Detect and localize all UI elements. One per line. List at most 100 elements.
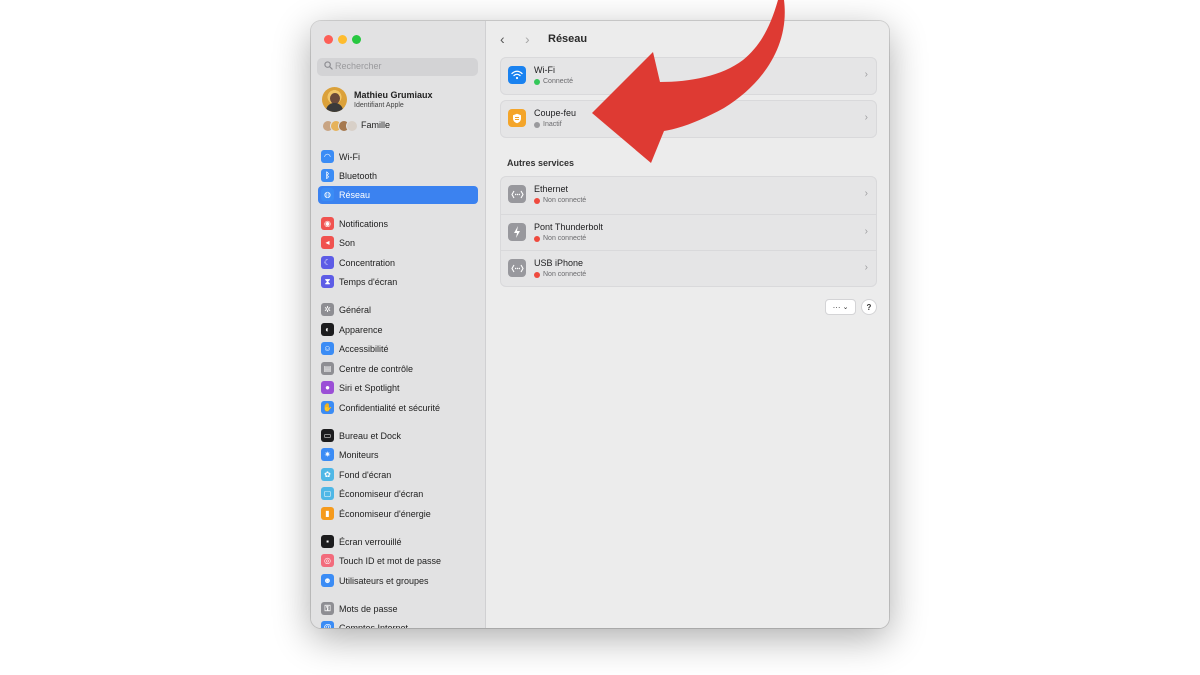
sidebar-item-label: Siri et Spotlight: [339, 383, 400, 393]
search-icon: [324, 61, 333, 70]
sidebar-item-label: Économiseur d'écran: [339, 489, 424, 499]
at-icon: @: [321, 621, 334, 628]
sidebar-item-label: Utilisateurs et groupes: [339, 576, 429, 586]
siri-icon: ●: [321, 381, 334, 394]
sidebar-item-label: Moniteurs: [339, 450, 379, 460]
chevron-down-icon: ⌄: [842, 304, 849, 311]
sidebar-item-temps-d-écran[interactable]: ⧗ Temps d'écran: [318, 273, 478, 291]
usb-icon: [508, 259, 526, 277]
other-services-card: Ethernet Non connecté › Pont Thunderbolt Non…: [500, 176, 877, 287]
sidebar-item-centre-de-contrôle[interactable]: ▤ Centre de contrôle: [318, 360, 478, 378]
sidebar-item-concentration[interactable]: ☾ Concentration: [318, 254, 478, 272]
service-status: Non connecté: [543, 197, 587, 204]
search-placeholder: Rechercher: [335, 61, 382, 71]
ethernet-icon: [508, 185, 526, 203]
sidebar-item-label: Fond d'écran: [339, 470, 392, 480]
sidebar-item-label: Écran verrouillé: [339, 537, 402, 547]
sidebar-item-label: Son: [339, 238, 356, 248]
sidebar-item-label: Comptes Internet: [339, 623, 409, 628]
sidebar-item-bureau-et-dock[interactable]: ▭ Bureau et Dock: [318, 427, 478, 445]
close-window-button[interactable]: [324, 35, 333, 44]
hand-icon: ✋: [321, 401, 334, 414]
sidebar-item-label: Général: [339, 305, 372, 315]
sidebar-item-siri-et-spotlight[interactable]: ● Siri et Spotlight: [318, 379, 478, 397]
sun-icon: ✷: [321, 448, 334, 461]
lock-screen-icon: ▪: [321, 535, 334, 548]
sidebar-item-réseau[interactable]: ◍ Réseau: [318, 186, 478, 204]
sidebar-item-label: Économiseur d'énergie: [339, 509, 431, 519]
sidebar-item-mots-de-passe[interactable]: ⚿ Mots de passe: [318, 600, 478, 618]
main-pane: ‹ › Réseau Wi-Fi Connecté › Coupe-feu In…: [486, 21, 889, 628]
help-button[interactable]: ?: [861, 299, 877, 315]
wifi-status: Connecté: [543, 78, 573, 85]
sidebar-item-notifications[interactable]: ◉ Notifications: [318, 215, 478, 233]
avatar: [322, 87, 347, 112]
sidebar-item-label: Accessibilité: [339, 344, 389, 354]
help-label: ?: [866, 302, 872, 312]
apple-account[interactable]: Mathieu Grumiaux Identifiant Apple: [322, 87, 482, 113]
sidebar-item-général[interactable]: ✲ Général: [318, 301, 478, 319]
service-row[interactable]: USB iPhone Non connecté ›: [501, 250, 876, 286]
sidebar-item-confidentialité-et-sécurité[interactable]: ✋ Confidentialité et sécurité: [318, 399, 478, 417]
sidebar-item-écran-verrouillé[interactable]: ▪ Écran verrouillé: [318, 533, 478, 551]
family-item[interactable]: Famille: [322, 119, 482, 133]
forward-chevron-icon[interactable]: ›: [525, 32, 530, 46]
wifi-row[interactable]: Wi-Fi Connecté ›: [501, 58, 876, 94]
search-field[interactable]: Rechercher: [317, 58, 478, 76]
sidebar-item-fond-d-écran[interactable]: ✿ Fond d'écran: [318, 466, 478, 484]
sidebar-item-utilisateurs-et-groupes[interactable]: ☻ Utilisateurs et groupes: [318, 572, 478, 590]
sidebar-item-wi-fi[interactable]: ◠ Wi-Fi: [318, 148, 478, 166]
family-avatar-icon: [346, 120, 358, 132]
sidebar-item-moniteurs[interactable]: ✷ Moniteurs: [318, 446, 478, 464]
sidebar-item-label: Réseau: [339, 190, 371, 200]
sidebar-item-label: Confidentialité et sécurité: [339, 403, 441, 413]
sidebar-item-économiseur-d-énergie[interactable]: ▮ Économiseur d'énergie: [318, 505, 478, 523]
account-subtitle: Identifiant Apple: [354, 102, 404, 109]
sidebar-item-son[interactable]: ◂ Son: [318, 234, 478, 252]
firewall-status: Inactif: [543, 121, 562, 128]
status-dot: [534, 272, 540, 278]
speaker-icon: ◂: [321, 236, 334, 249]
sidebar-item-comptes-internet[interactable]: @ Comptes Internet: [318, 619, 478, 628]
zoom-window-button[interactable]: [352, 35, 361, 44]
sidebar-item-label: Bureau et Dock: [339, 431, 402, 441]
users-icon: ☻: [321, 574, 334, 587]
chevron-right-icon: ›: [864, 188, 868, 199]
appearance-icon: ◐: [321, 323, 334, 336]
status-dot: [534, 79, 540, 85]
firewall-row[interactable]: Coupe-feu Inactif ›: [501, 101, 876, 137]
battery-icon: ▮: [321, 507, 334, 520]
system-settings-window: Rechercher Mathieu Grumiaux Identifiant …: [311, 21, 889, 628]
moon-icon: ☾: [321, 256, 334, 269]
fingerprint-icon: ◎: [321, 554, 334, 567]
sidebar-item-label: Touch ID et mot de passe: [339, 556, 442, 566]
sidebar-item-accessibilité[interactable]: ☺ Accessibilité: [318, 340, 478, 358]
wifi-icon: ◠: [321, 150, 334, 163]
firewall-name: Coupe-feu: [534, 108, 577, 118]
more-options-button[interactable]: ··· ⌄: [825, 299, 856, 315]
firewall-icon: [508, 109, 526, 127]
sidebar-item-label: Mots de passe: [339, 604, 398, 614]
service-row[interactable]: Pont Thunderbolt Non connecté ›: [501, 213, 876, 251]
sidebar-item-touch-id-et-mot-de-passe[interactable]: ◎ Touch ID et mot de passe: [318, 552, 478, 570]
service-row[interactable]: Ethernet Non connecté ›: [501, 177, 876, 213]
status-dot: [534, 122, 540, 128]
sidebar-item-apparence[interactable]: ◐ Apparence: [318, 321, 478, 339]
wifi-name: Wi-Fi: [534, 65, 555, 75]
service-name: Pont Thunderbolt: [534, 221, 603, 232]
sidebar: Rechercher Mathieu Grumiaux Identifiant …: [311, 21, 486, 628]
back-chevron-icon[interactable]: ‹: [500, 32, 505, 46]
sidebar-item-label: Wi-Fi: [339, 152, 360, 162]
minimize-window-button[interactable]: [338, 35, 347, 44]
sidebar-item-bluetooth[interactable]: ᛒ Bluetooth: [318, 167, 478, 185]
service-name: USB iPhone: [534, 258, 584, 268]
dock-icon: ▭: [321, 429, 334, 442]
bell-icon: ◉: [321, 217, 334, 230]
wifi-icon: [508, 66, 526, 84]
service-status: Non connecté: [543, 271, 587, 278]
sidebar-item-label: Concentration: [339, 258, 396, 268]
thunderbolt-icon: [508, 222, 526, 241]
chevron-right-icon: ›: [864, 69, 868, 80]
sidebar-item-économiseur-d-écran[interactable]: ▢ Économiseur d'écran: [318, 485, 478, 503]
chevron-right-icon: ›: [864, 225, 868, 237]
